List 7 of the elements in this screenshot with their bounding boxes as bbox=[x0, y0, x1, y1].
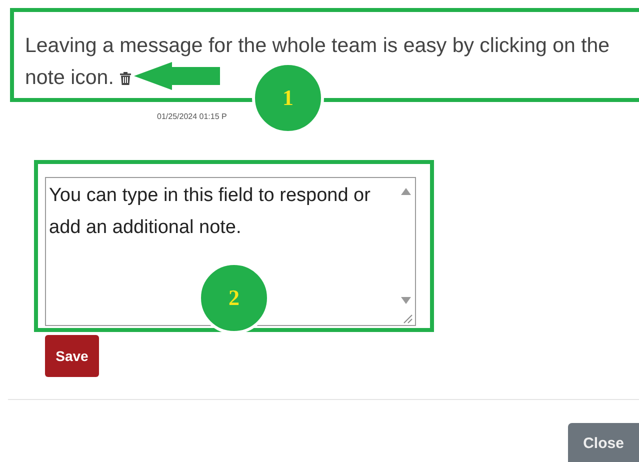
scroll-down-icon[interactable] bbox=[401, 297, 411, 304]
close-button[interactable]: Close bbox=[568, 423, 639, 462]
timestamp: 01/25/2024 01:15 P bbox=[157, 112, 227, 121]
trash-icon[interactable] bbox=[120, 72, 131, 85]
save-button[interactable]: Save bbox=[45, 335, 99, 377]
scroll-up-icon[interactable] bbox=[401, 188, 411, 195]
callout-number: 1 bbox=[252, 62, 324, 134]
